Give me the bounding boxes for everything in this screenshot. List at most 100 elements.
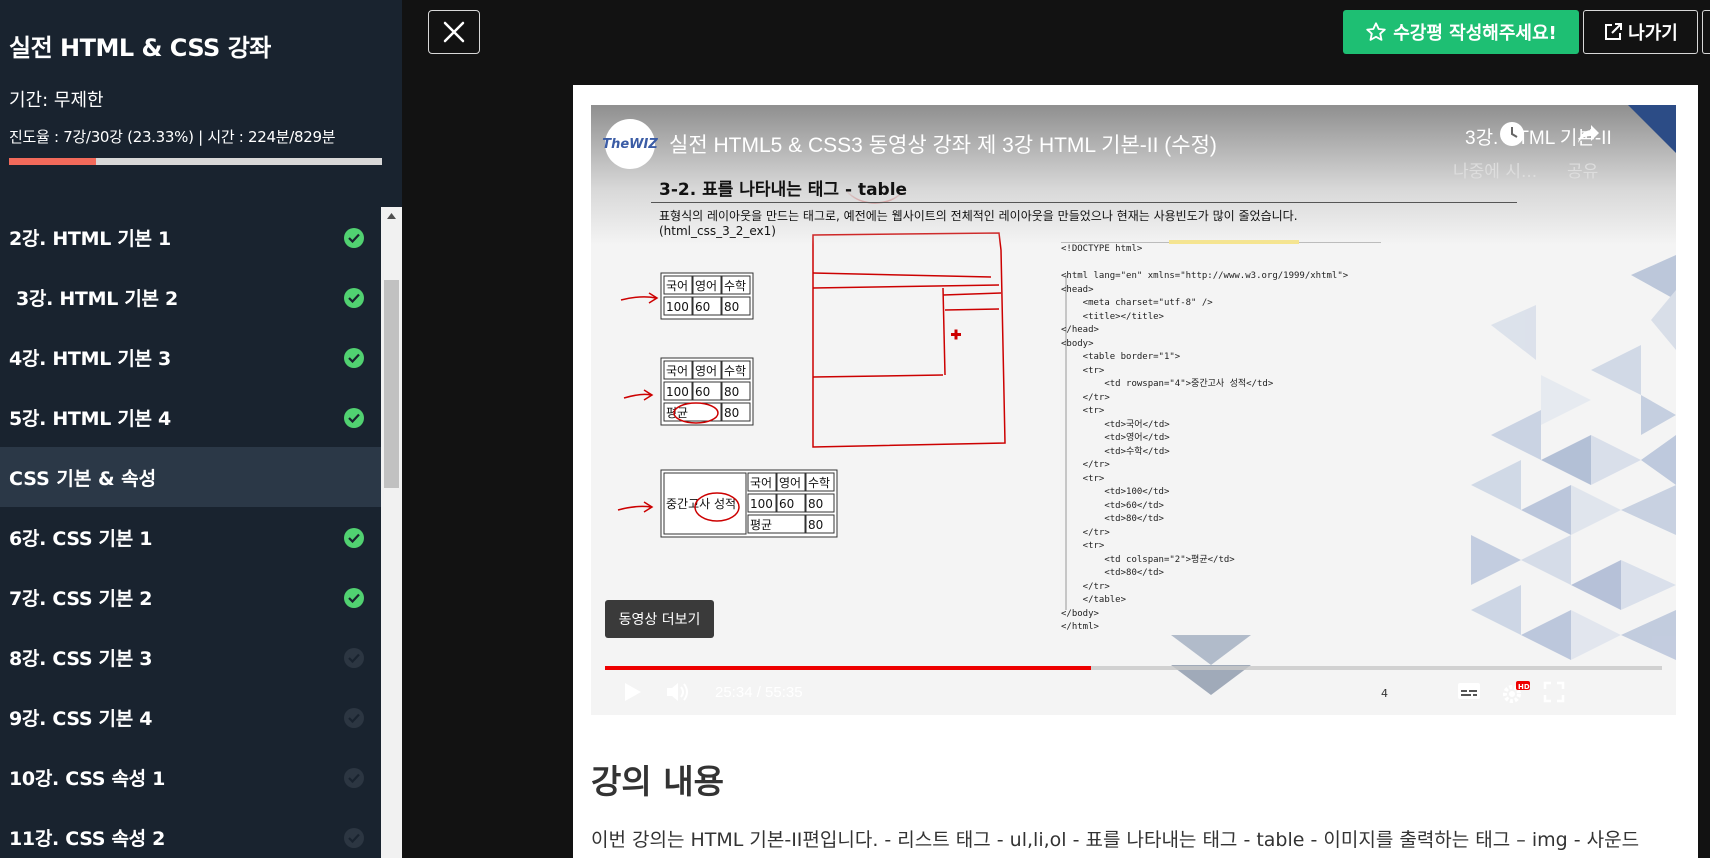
lesson-item[interactable]: 3강. HTML 기본 2 — [0, 267, 381, 327]
hd-badge: HD — [1518, 683, 1530, 691]
code-line: <meta charset="utf-8" /> — [1061, 298, 1213, 308]
share-label[interactable]: 공유 — [1567, 157, 1598, 182]
lesson-item[interactable]: 4강. HTML 기본 3 — [0, 327, 381, 387]
progress-bar-fill — [9, 158, 97, 165]
svg-text:80: 80 — [808, 497, 823, 511]
lesson-item[interactable]: 7강. CSS 기본 2 — [0, 567, 381, 627]
svg-text:수학: 수학 — [808, 476, 830, 490]
clock-icon[interactable] — [1499, 121, 1525, 147]
slide-description-line-1: 표형식의 레이아웃을 만드는 태그로, 예전에는 웹사이트의 전체적인 레이아웃… — [659, 209, 1298, 223]
volume-icon[interactable] — [665, 681, 691, 703]
lesson-label: 3강. HTML 기본 2 — [16, 287, 178, 310]
code-line: </html> — [1061, 622, 1099, 632]
corner-decoration — [1628, 105, 1676, 153]
channel-logo[interactable]: TheWIZ — [602, 119, 658, 169]
svg-text:수학: 수학 — [724, 364, 746, 378]
content-panel: 국어 영어 수학 100 60 80 국어 영어 수학 100 60 80 평균 80 — [573, 85, 1698, 858]
more-videos-button[interactable]: 동영상 더보기 — [605, 600, 714, 638]
partial-button[interactable] — [1702, 10, 1710, 54]
video-title[interactable]: 실전 HTML5 & CSS3 동영상 강좌 제 3강 HTML 기본-II (… — [669, 129, 1217, 159]
code-line: <td colspan="2">평균</td> — [1061, 554, 1235, 565]
exit-button[interactable]: 나가기 — [1583, 10, 1698, 54]
code-line: <tr> — [1061, 473, 1105, 484]
code-line: </tr> — [1061, 581, 1110, 592]
slide-description: 표형식의 레이아웃을 만드는 태그로, 예전에는 웹사이트의 전체적인 레이아웃… — [659, 209, 1298, 239]
lesson-item[interactable]: 6강. CSS 기본 1 — [0, 507, 381, 567]
scroll-up-icon[interactable] — [381, 207, 402, 225]
code-line: </tr> — [1061, 392, 1110, 403]
example-table-1: 국어 영어 수학 100 60 80 — [660, 272, 754, 320]
svg-text:80: 80 — [808, 518, 823, 532]
code-line: <td>100</td> — [1061, 487, 1170, 497]
sidebar: 실전 HTML & CSS 강좌 기간: 무제한 진도율 : 7강/30강 (2… — [0, 0, 402, 858]
svg-text:영어: 영어 — [695, 364, 717, 378]
fullscreen-icon[interactable] — [1543, 681, 1565, 703]
scrollbar-thumb[interactable] — [384, 280, 399, 488]
lesson-label: 6강. CSS 기본 1 — [9, 527, 153, 550]
check-complete-icon — [344, 588, 364, 608]
lesson-item[interactable]: 2강. HTML 기본 1 — [0, 207, 381, 267]
lesson-label: 11강. CSS 속성 2 — [9, 827, 166, 850]
lesson-item[interactable]: 11강. CSS 속성 2 — [0, 807, 381, 858]
code-line: <td>영어</td> — [1061, 433, 1170, 443]
lesson-label: 7강. CSS 기본 2 — [9, 587, 153, 610]
code-line: </tr> — [1061, 460, 1110, 470]
code-line: <html lang="en" xmlns="http://www.w3.org… — [1061, 271, 1349, 281]
lesson-label: 9강. CSS 기본 4 — [9, 707, 153, 730]
code-line: <td>수학</td> — [1061, 446, 1170, 457]
lesson-item[interactable]: 10강. CSS 속성 1 — [0, 747, 381, 807]
code-line: <td rowspan="4">중간고사 성적</td> — [1061, 379, 1274, 389]
lesson-item[interactable]: 9강. CSS 기본 4 — [0, 687, 381, 747]
svg-text:60: 60 — [779, 497, 794, 511]
video-controls: 25:34 / 55:35 4 HD — [591, 670, 1676, 715]
code-line: <tr> — [1061, 365, 1105, 376]
check-incomplete-icon — [344, 708, 364, 728]
lesson-item[interactable]: 5강. HTML 기본 4 — [0, 387, 381, 447]
play-icon[interactable] — [623, 681, 643, 703]
code-line: <table border="1"> — [1061, 352, 1181, 362]
code-line: <td>80</td> — [1061, 568, 1164, 578]
subtitles-icon[interactable] — [1457, 681, 1481, 701]
page: 실전 HTML & CSS 강좌 기간: 무제한 진도율 : 7강/30강 (2… — [0, 0, 1710, 858]
write-review-button[interactable]: 수강평 작성해주세요! — [1343, 10, 1579, 54]
svg-text:60: 60 — [695, 300, 710, 314]
code-line: <head> — [1061, 284, 1094, 295]
share-icon[interactable] — [1575, 121, 1601, 147]
video-time: 25:34 / 55:35 — [715, 684, 803, 701]
slide-description-line-2: (html_css_3_2_ex1) — [659, 224, 776, 238]
check-incomplete-icon — [344, 648, 364, 668]
settings-icon[interactable]: HD — [1501, 681, 1531, 705]
svg-text:국어: 국어 — [666, 364, 688, 378]
video-player[interactable]: 국어 영어 수학 100 60 80 국어 영어 수학 100 60 80 평균 80 — [591, 105, 1676, 715]
check-complete-icon — [344, 528, 364, 548]
code-line: <title></title> — [1061, 311, 1164, 322]
svg-text:중간고사 성적: 중간고사 성적 — [666, 497, 736, 511]
course-title: 실전 HTML & CSS 강좌 — [9, 34, 271, 62]
check-complete-icon — [344, 408, 364, 428]
code-line: <tr> — [1061, 541, 1105, 551]
check-incomplete-icon — [344, 828, 364, 848]
close-button[interactable] — [428, 10, 480, 54]
code-line: </tr> — [1061, 527, 1110, 538]
svg-text:영어: 영어 — [779, 476, 801, 490]
example-table-3: 중간고사 성적 국어 영어 수학 100 60 80 평균 80 — [660, 469, 838, 538]
lesson-list: 2강. HTML 기본 1 3강. HTML 기본 2 4강. HTML 기본 3 5… — [0, 207, 381, 858]
code-line: <tr> — [1061, 406, 1105, 416]
watch-later-label[interactable]: 나중에 시... — [1453, 157, 1537, 182]
code-line: <body> — [1061, 338, 1094, 349]
check-complete-icon — [344, 348, 364, 368]
lesson-item[interactable]: 8강. CSS 기본 3 — [0, 627, 381, 687]
slide-divider — [651, 202, 1517, 203]
check-incomplete-icon — [344, 768, 364, 788]
svg-text:80: 80 — [724, 406, 739, 420]
sidebar-scrollbar[interactable] — [381, 207, 402, 858]
svg-text:100: 100 — [666, 300, 689, 314]
slide-number: 4 — [1381, 687, 1388, 700]
star-icon — [1366, 22, 1386, 41]
svg-text:80: 80 — [724, 385, 739, 399]
svg-text:80: 80 — [724, 300, 739, 314]
code-line: </head> — [1061, 325, 1099, 335]
svg-text:100: 100 — [750, 497, 773, 511]
progress-text: 진도율 : 7강/30강 (23.33%) | 시간 : 224분/829분 — [9, 128, 336, 146]
